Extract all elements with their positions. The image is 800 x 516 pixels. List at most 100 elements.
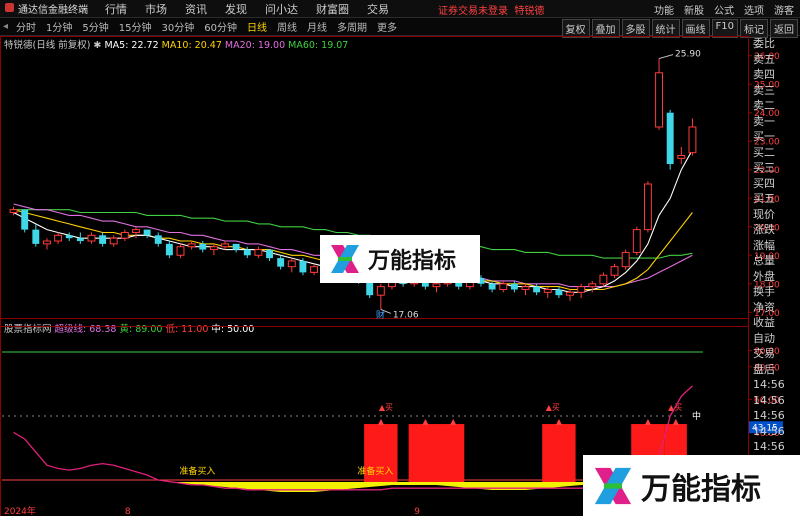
side-panel-item: 14:56	[753, 378, 785, 391]
side-panel-item: 买二	[753, 145, 775, 159]
candle-body	[432, 283, 441, 288]
candle-body	[566, 291, 574, 296]
candle-body	[132, 229, 140, 233]
side-panel-item: 涨跌	[753, 223, 775, 236]
candle-body	[232, 243, 240, 250]
candle-body	[9, 209, 18, 214]
candle-body	[299, 260, 307, 273]
candle-body	[99, 235, 107, 244]
candle-body	[76, 238, 84, 242]
candle-body	[666, 112, 674, 165]
candle-body	[154, 235, 162, 244]
low-label: 17.06	[393, 310, 419, 320]
side-panel-item: 14:56	[753, 424, 785, 438]
candle-body	[599, 274, 608, 285]
side-panel-item: 14:56	[753, 393, 785, 407]
candle-body	[632, 229, 641, 253]
candle-body	[209, 246, 218, 251]
side-panel-item: 14:56	[753, 409, 785, 422]
candle-body	[120, 231, 129, 239]
candle-body	[655, 72, 663, 128]
candle-body	[287, 260, 296, 268]
side-panel-item: 买五	[753, 192, 775, 205]
month-label: 8	[125, 507, 131, 516]
main-panel-frame	[0, 36, 749, 327]
candle-body	[243, 249, 251, 256]
side-panel-item: 14:56	[753, 440, 785, 453]
side-panel-item: 买四	[753, 176, 775, 190]
up-arrow-icon: ▲	[450, 417, 457, 426]
candle-body	[43, 240, 51, 245]
candle-body	[577, 286, 586, 293]
candle-body	[688, 126, 697, 154]
watermark-bottom: 万能指标	[583, 455, 800, 516]
candle-body	[165, 243, 173, 256]
candle-body	[366, 280, 374, 296]
side-panel-item: 涨幅	[753, 238, 775, 252]
candle-body	[521, 286, 530, 290]
candle-body	[32, 229, 40, 244]
side-panel-item: 卖四	[753, 68, 775, 81]
candle-body	[643, 183, 652, 231]
candle-body	[376, 286, 385, 296]
side-panel-item: 买三	[753, 161, 775, 174]
quote-side-panel: 委比 卖五 卖四 卖三 卖二 卖一 买一 买二 买三 买四 买五 现价 涨跌 涨幅 总量 外盘 换手 净资 收益 自动…	[752, 36, 800, 516]
high-label: 25.90	[675, 50, 701, 60]
side-panel-item: 外盘	[753, 269, 775, 283]
candle-body	[254, 249, 263, 256]
side-panel-item: 总量	[753, 254, 775, 267]
side-panel-item: 现价	[753, 207, 775, 221]
prepare-buy-label: 准备买入	[357, 465, 393, 477]
up-arrow-icon: ▲	[556, 417, 563, 426]
candle-body	[199, 243, 207, 250]
side-panel-item: 收益	[753, 316, 775, 329]
candle-body	[109, 237, 118, 245]
side-panel-item: 自动	[753, 331, 775, 345]
candle-body	[533, 286, 541, 293]
candle-body	[510, 283, 518, 290]
candle-body	[555, 289, 563, 296]
candle-body	[621, 251, 630, 268]
side-panel-item: 委比	[753, 37, 775, 50]
side-panel-item: 交易	[753, 347, 775, 360]
candle-body	[176, 246, 185, 256]
signal-bar	[408, 424, 443, 482]
signal-bar	[442, 424, 465, 482]
candle-body	[65, 235, 73, 239]
side-panel-item: 盘后	[753, 362, 775, 376]
candle-body	[310, 266, 318, 273]
side-panel-item: 净资	[753, 300, 775, 314]
candle-body	[499, 283, 508, 290]
up-arrow-icon: ▲	[645, 417, 652, 426]
side-panel-item: 卖二	[753, 99, 775, 112]
side-panel-item: 卖一	[753, 114, 775, 128]
side-panel-item: 买一	[753, 130, 775, 143]
watermark-text: 万能指标	[368, 249, 457, 274]
candle-body	[143, 229, 151, 236]
up-arrow-icon: ▲	[673, 417, 680, 426]
candle-body	[543, 288, 552, 293]
candle-body	[221, 243, 229, 248]
watermark-top: 万能指标	[320, 235, 480, 283]
candle-body	[187, 243, 196, 248]
candle-body	[677, 154, 686, 159]
up-arrow-icon: ▲	[422, 417, 429, 426]
candle-body	[588, 283, 597, 288]
candle-body	[54, 234, 63, 242]
candle-body	[610, 266, 619, 276]
candle-body	[87, 234, 96, 242]
up-arrow-icon: ▲	[378, 417, 385, 426]
finance-marker: 财	[376, 309, 385, 321]
candle-body	[266, 249, 273, 259]
signal-bar	[542, 424, 576, 482]
side-panel-item: 卖五	[753, 52, 775, 66]
candle-body	[277, 258, 285, 267]
logo-icon	[594, 467, 632, 504]
month-label: 9	[414, 507, 420, 516]
logo-icon	[331, 245, 359, 273]
watermark-text: 万能指标	[641, 471, 761, 507]
buy-signal-label: ▲买	[546, 403, 560, 412]
prepare-buy-label: 准备买入	[179, 465, 215, 477]
candle-body	[21, 209, 29, 230]
candle-body	[488, 283, 496, 290]
